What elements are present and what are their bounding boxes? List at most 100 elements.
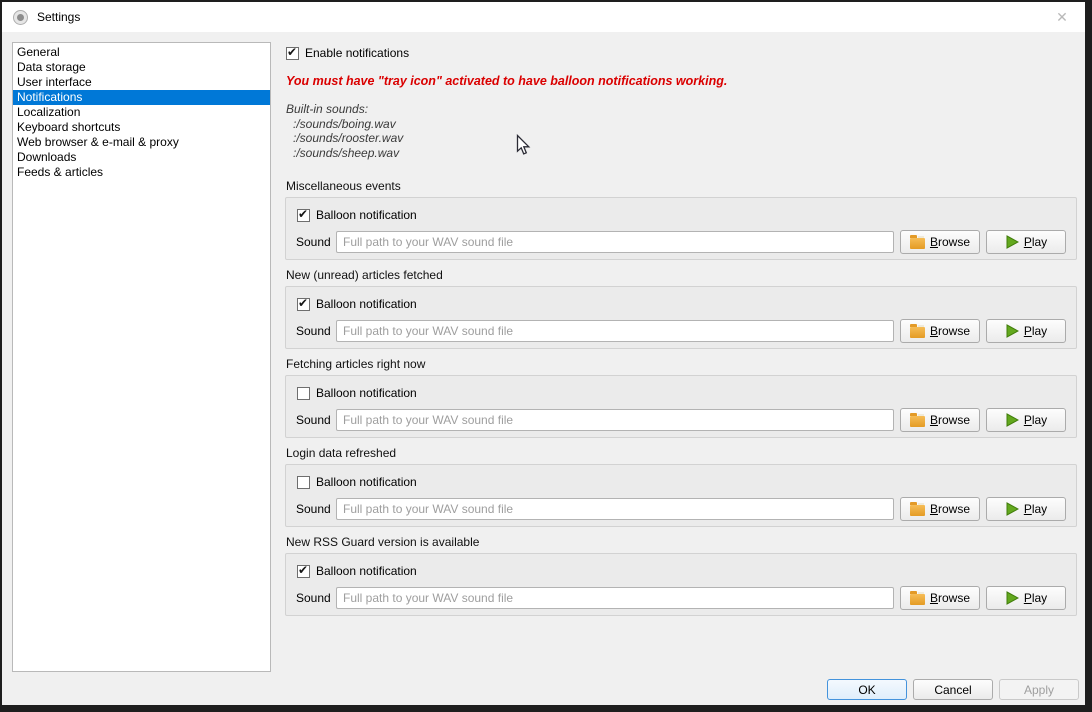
section-groupbox: Balloon notification Sound Browse Play — [285, 553, 1077, 616]
play-icon — [1005, 324, 1019, 338]
folder-icon — [910, 416, 925, 427]
sidebar-item[interactable]: Web browser & e-mail & proxy — [13, 135, 270, 150]
balloon-notification-row[interactable]: Balloon notification — [297, 475, 417, 489]
play-icon — [1005, 413, 1019, 427]
window-title: Settings — [37, 10, 80, 24]
section-groupbox: Balloon notification Sound Browse Play — [285, 197, 1077, 260]
browse-button[interactable]: Browse — [900, 586, 980, 610]
browse-button[interactable]: Browse — [900, 497, 980, 521]
browse-button[interactable]: Browse — [900, 230, 980, 254]
play-button[interactable]: Play — [986, 586, 1066, 610]
balloon-notification-label: Balloon notification — [316, 208, 417, 222]
sidebar-item[interactable]: Localization — [13, 105, 270, 120]
play-icon — [1005, 591, 1019, 605]
apply-button[interactable]: Apply — [999, 679, 1079, 700]
section-groupbox: Balloon notification Sound Browse Play — [285, 464, 1077, 527]
balloon-notification-row[interactable]: Balloon notification — [297, 386, 417, 400]
sound-path-input[interactable] — [336, 498, 894, 520]
sound-row: Sound Browse Play — [296, 586, 1066, 610]
browse-button[interactable]: Browse — [900, 408, 980, 432]
sidebar-item[interactable]: User interface — [13, 75, 270, 90]
tray-icon-warning-text: You must have "tray icon" activated to h… — [286, 74, 727, 88]
sound-label: Sound — [296, 235, 336, 249]
section-title: Fetching articles right now — [285, 358, 1077, 371]
sound-row: Sound Browse Play — [296, 408, 1066, 432]
sound-row: Sound Browse Play — [296, 497, 1066, 521]
browse-button-label: Browse — [930, 413, 970, 427]
sound-path-input[interactable] — [336, 409, 894, 431]
sound-label: Sound — [296, 413, 336, 427]
enable-notifications-label: Enable notifications — [305, 46, 409, 60]
sound-label: Sound — [296, 502, 336, 516]
notification-section: New RSS Guard version is available Ballo… — [285, 536, 1077, 616]
play-button-label: Play — [1024, 235, 1047, 249]
ok-button[interactable]: OK — [827, 679, 907, 700]
notification-sections: Miscellaneous events Balloon notificatio… — [285, 180, 1077, 625]
close-icon[interactable]: ✕ — [1045, 2, 1079, 32]
sidebar-item[interactable]: Data storage — [13, 60, 270, 75]
sound-path-input[interactable] — [336, 231, 894, 253]
browse-button-label: Browse — [930, 235, 970, 249]
balloon-notification-checkbox[interactable] — [297, 298, 310, 311]
enable-notifications-row[interactable]: Enable notifications — [286, 46, 409, 60]
play-button[interactable]: Play — [986, 319, 1066, 343]
folder-icon — [910, 594, 925, 605]
play-button-label: Play — [1024, 324, 1047, 338]
play-icon — [1005, 502, 1019, 516]
settings-category-list: General Data storage User interface Noti… — [12, 42, 271, 672]
settings-gear-icon — [13, 10, 28, 25]
builtin-sounds-block: Built-in sounds: :/sounds/boing.wav :/so… — [286, 102, 403, 160]
sound-path-input[interactable] — [336, 320, 894, 342]
balloon-notification-checkbox[interactable] — [297, 209, 310, 222]
sidebar-item[interactable]: Keyboard shortcuts — [13, 120, 270, 135]
cancel-button[interactable]: Cancel — [913, 679, 993, 700]
section-title: Login data refreshed — [285, 447, 1077, 460]
play-button[interactable]: Play — [986, 408, 1066, 432]
browse-button-label: Browse — [930, 324, 970, 338]
builtin-sound-path: :/sounds/boing.wav — [286, 117, 403, 132]
sidebar-item[interactable]: Notifications — [13, 90, 270, 105]
sound-row: Sound Browse Play — [296, 319, 1066, 343]
folder-icon — [910, 238, 925, 249]
browse-button[interactable]: Browse — [900, 319, 980, 343]
builtin-sounds-heading: Built-in sounds: — [286, 102, 403, 117]
sound-path-input[interactable] — [336, 587, 894, 609]
balloon-notification-checkbox[interactable] — [297, 476, 310, 489]
play-button-label: Play — [1024, 591, 1047, 605]
play-button[interactable]: Play — [986, 230, 1066, 254]
balloon-notification-checkbox[interactable] — [297, 565, 310, 578]
balloon-notification-label: Balloon notification — [316, 386, 417, 400]
section-title: New (unread) articles fetched — [285, 269, 1077, 282]
play-button-label: Play — [1024, 502, 1047, 516]
balloon-notification-row[interactable]: Balloon notification — [297, 208, 417, 222]
sidebar-item[interactable]: General — [13, 45, 270, 60]
section-groupbox: Balloon notification Sound Browse Play — [285, 286, 1077, 349]
enable-notifications-checkbox[interactable] — [286, 47, 299, 60]
play-button-label: Play — [1024, 413, 1047, 427]
balloon-notification-row[interactable]: Balloon notification — [297, 564, 417, 578]
dialog-buttons: OK Cancel Apply — [827, 679, 1079, 700]
notification-section: Login data refreshed Balloon notificatio… — [285, 447, 1077, 527]
section-title: Miscellaneous events — [285, 180, 1077, 193]
folder-icon — [910, 505, 925, 516]
builtin-sound-path: :/sounds/sheep.wav — [286, 146, 403, 161]
balloon-notification-row[interactable]: Balloon notification — [297, 297, 417, 311]
browse-button-label: Browse — [930, 591, 970, 605]
builtin-sound-path: :/sounds/rooster.wav — [286, 131, 403, 146]
balloon-notification-label: Balloon notification — [316, 297, 417, 311]
balloon-notification-checkbox[interactable] — [297, 387, 310, 400]
notification-section: Miscellaneous events Balloon notificatio… — [285, 180, 1077, 260]
folder-icon — [910, 327, 925, 338]
title-bar[interactable]: Settings ✕ — [2, 2, 1085, 32]
browse-button-label: Browse — [930, 502, 970, 516]
play-icon — [1005, 235, 1019, 249]
sound-row: Sound Browse Play — [296, 230, 1066, 254]
play-button[interactable]: Play — [986, 497, 1066, 521]
balloon-notification-label: Balloon notification — [316, 564, 417, 578]
section-groupbox: Balloon notification Sound Browse Play — [285, 375, 1077, 438]
balloon-notification-label: Balloon notification — [316, 475, 417, 489]
section-title: New RSS Guard version is available — [285, 536, 1077, 549]
settings-window: Settings ✕ General Data storage User int… — [2, 2, 1085, 705]
sidebar-item[interactable]: Downloads — [13, 150, 270, 165]
sidebar-item[interactable]: Feeds & articles — [13, 165, 270, 180]
